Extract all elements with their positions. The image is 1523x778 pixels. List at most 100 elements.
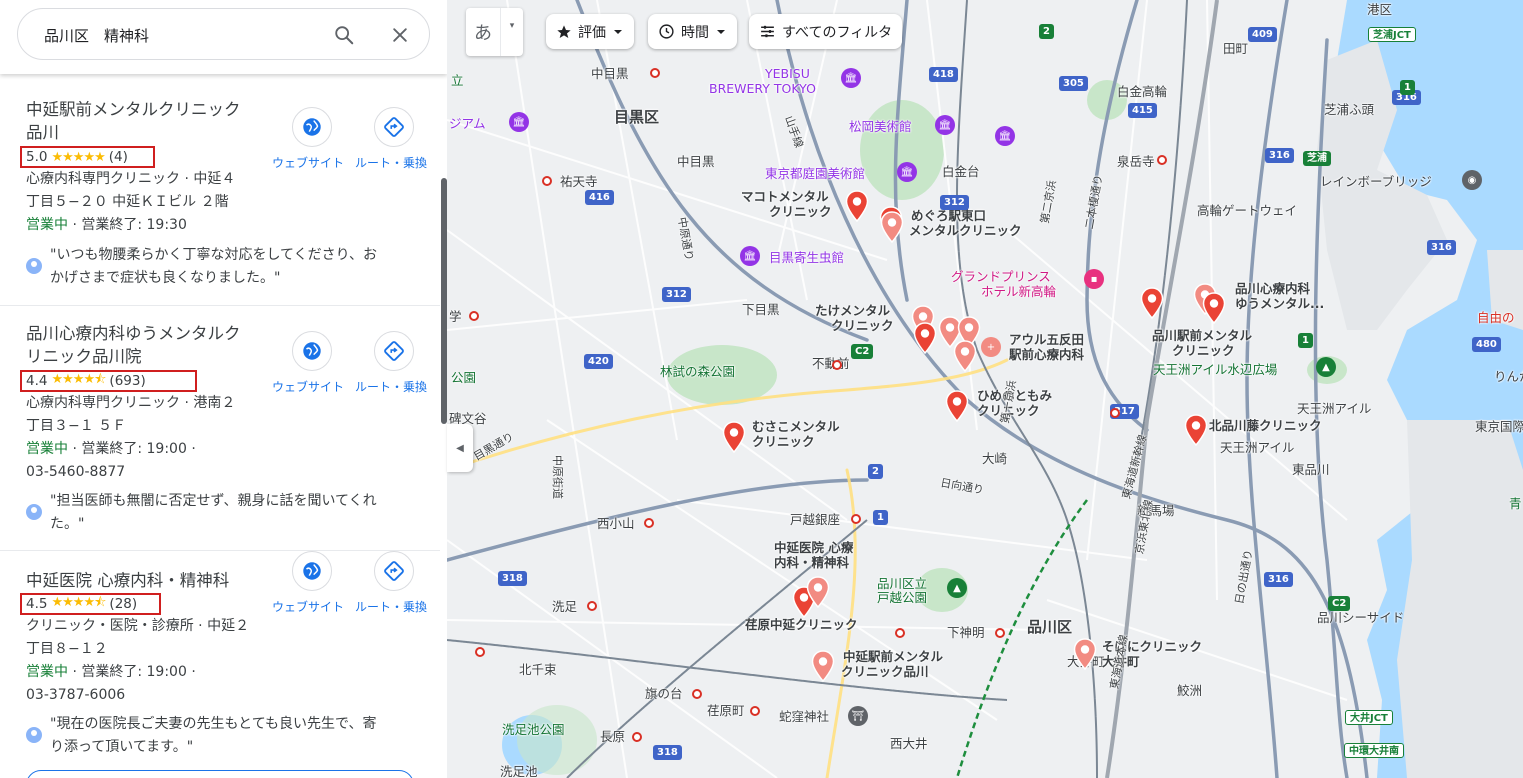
clinic-pin[interactable] bbox=[722, 421, 746, 454]
station-marker[interactable] bbox=[1110, 408, 1120, 418]
station-marker[interactable] bbox=[650, 68, 660, 78]
globe-icon bbox=[303, 562, 321, 580]
clinic-label[interactable]: むさこメンタル bbox=[752, 420, 840, 434]
clinic-label[interactable]: クリニック品川 bbox=[841, 665, 929, 679]
clinic-pin[interactable] bbox=[953, 340, 977, 373]
station-marker[interactable] bbox=[692, 689, 702, 699]
hours-filter-chip[interactable]: 時間 bbox=[648, 14, 737, 49]
shrine-icon[interactable]: ⛩ bbox=[848, 706, 868, 726]
clinic-label[interactable]: 中延駅前メンタル bbox=[843, 650, 943, 664]
rating-filter-chip[interactable]: 評価 bbox=[546, 14, 634, 49]
clear-search-button[interactable] bbox=[386, 21, 414, 49]
clinic-pin[interactable] bbox=[913, 322, 937, 355]
clinic-label[interactable]: 品川心療内科 bbox=[1235, 282, 1310, 296]
clinic-pin[interactable] bbox=[1073, 638, 1097, 671]
website-button[interactable] bbox=[292, 551, 332, 591]
clinic-pin[interactable] bbox=[806, 576, 830, 609]
clinic-label[interactable]: メンタルクリニック bbox=[909, 224, 1022, 238]
directions-button[interactable] bbox=[374, 551, 414, 591]
clinic-label[interactable]: 駅前心療内科 bbox=[1009, 348, 1084, 362]
directions-label[interactable]: ルート・乗換 bbox=[355, 378, 427, 395]
chevron-down-icon[interactable]: ▾ bbox=[501, 8, 523, 56]
directions-label[interactable]: ルート・乗換 bbox=[355, 598, 427, 615]
clinic-label[interactable]: 中延医院 心療 bbox=[774, 541, 853, 555]
review-count[interactable]: (28) bbox=[109, 596, 137, 612]
clinic-pin[interactable] bbox=[1140, 287, 1164, 320]
website-button[interactable] bbox=[292, 107, 332, 147]
results-list[interactable]: 中延駅前メンタルクリニック 品川 5.0 ★★★★★ (4) 心療内科専門クリニ… bbox=[0, 74, 440, 778]
museum-icon[interactable]: 🏛 bbox=[995, 126, 1015, 146]
clinic-pin[interactable] bbox=[1202, 292, 1226, 325]
map-label: 高輪ゲートウェイ bbox=[1197, 203, 1298, 218]
station-marker[interactable] bbox=[469, 311, 479, 321]
clinic-label[interactable]: 北品川藤クリニック bbox=[1209, 419, 1322, 433]
all-filters-chip[interactable]: すべてのフィルタ bbox=[749, 14, 903, 49]
landmark-icon[interactable]: ◉ bbox=[1462, 170, 1482, 190]
website-label[interactable]: ウェブサイト bbox=[272, 598, 344, 615]
website-label[interactable]: ウェブサイト bbox=[272, 154, 344, 171]
map-pin-icon bbox=[722, 421, 746, 454]
results-scrollbar[interactable] bbox=[441, 178, 447, 424]
review-snippet: "いつも物腰柔らかく丁寧な対応をしてくださり、お かげさまで症状も良くなりました… bbox=[50, 244, 420, 290]
park-icon[interactable]: ▲ bbox=[947, 578, 967, 598]
search-box[interactable] bbox=[17, 8, 430, 60]
clinic-label[interactable]: アウル五反田 bbox=[1009, 333, 1084, 347]
clinic-pin[interactable] bbox=[945, 390, 969, 423]
result-title[interactable]: 中延医院 心療内科・精神科 bbox=[26, 569, 286, 592]
medical-icon[interactable]: + bbox=[981, 337, 1001, 357]
clinic-label[interactable]: たけメンタル bbox=[815, 304, 890, 318]
clinic-pin[interactable] bbox=[1184, 414, 1208, 447]
clinic-label[interactable]: ゆうメンタル... bbox=[1235, 297, 1324, 311]
clinic-pin[interactable] bbox=[845, 190, 869, 223]
map-canvas[interactable]: 目黒区 品川区 中目黒 祐天寺 中目黒 下目黒 不動前 西小山 洗足 北千束 旗… bbox=[447, 0, 1523, 778]
clinic-label[interactable]: 荏原中延クリニック bbox=[745, 618, 858, 632]
station-marker[interactable] bbox=[895, 628, 905, 638]
station-marker[interactable] bbox=[587, 601, 597, 611]
directions-label[interactable]: ルート・乗換 bbox=[355, 154, 427, 171]
museum-icon[interactable]: 🏛 bbox=[509, 112, 529, 132]
input-method-toggle[interactable]: あ ▾ bbox=[466, 8, 523, 56]
museum-icon[interactable]: 🏛 bbox=[935, 115, 955, 135]
hotel-icon[interactable]: ▪ bbox=[1084, 269, 1104, 289]
clinic-label[interactable]: めぐろ駅東口 bbox=[911, 209, 986, 223]
map-label: 青 bbox=[1509, 496, 1522, 511]
clinic-label[interactable]: マコトメンタル bbox=[741, 190, 829, 204]
clinic-label[interactable]: クリニック bbox=[831, 319, 894, 333]
clinic-label[interactable]: 内科・精神科 bbox=[774, 556, 849, 570]
museum-icon[interactable]: 🏛 bbox=[897, 162, 917, 182]
museum-icon[interactable]: 🏛 bbox=[740, 246, 760, 266]
clinic-label[interactable]: 品川駅前メンタル bbox=[1152, 329, 1252, 343]
station-marker[interactable] bbox=[750, 706, 760, 716]
more-results-button[interactable] bbox=[26, 770, 414, 778]
station-marker[interactable] bbox=[475, 647, 485, 657]
station-marker[interactable] bbox=[632, 732, 642, 742]
station-marker[interactable] bbox=[832, 360, 842, 370]
result-title[interactable]: 品川心療内科ゆうメンタルク リニック品川院 bbox=[26, 322, 266, 368]
station-marker[interactable] bbox=[1157, 155, 1167, 165]
clinic-pin[interactable] bbox=[811, 650, 835, 683]
lang-button[interactable]: あ bbox=[466, 8, 501, 56]
clinic-label[interactable]: クリニック bbox=[769, 205, 832, 219]
result-title[interactable]: 中延駅前メンタルクリニック 品川 bbox=[26, 98, 266, 144]
directions-button[interactable] bbox=[374, 331, 414, 371]
station-marker[interactable] bbox=[995, 628, 1005, 638]
clinic-label[interactable]: クリニック bbox=[1172, 344, 1235, 358]
station-marker[interactable] bbox=[644, 518, 654, 528]
website-label[interactable]: ウェブサイト bbox=[272, 378, 344, 395]
clinic-pin[interactable] bbox=[880, 211, 904, 244]
search-input[interactable] bbox=[44, 23, 324, 47]
search-button[interactable] bbox=[330, 21, 358, 49]
park-icon[interactable]: ▲ bbox=[1316, 357, 1336, 377]
museum-icon[interactable]: 🏛 bbox=[841, 68, 861, 88]
station-marker[interactable] bbox=[851, 514, 861, 524]
station-marker[interactable] bbox=[542, 176, 552, 186]
review-count[interactable]: (693) bbox=[109, 373, 145, 389]
directions-button[interactable] bbox=[374, 107, 414, 147]
result-card[interactable]: 品川心療内科ゆうメンタルク リニック品川院 4.4 ★★★★⯪ (693) 心療… bbox=[0, 306, 440, 551]
clinic-label[interactable]: クリニック bbox=[752, 435, 815, 449]
website-button[interactable] bbox=[292, 331, 332, 371]
review-count[interactable]: (4) bbox=[109, 149, 128, 165]
collapse-panel-button[interactable]: ◀ bbox=[447, 424, 473, 472]
result-card[interactable]: 中延医院 心療内科・精神科 4.5 ★★★★⯪ (28) クリニック・医院・診療… bbox=[0, 551, 440, 778]
result-card[interactable]: 中延駅前メンタルクリニック 品川 5.0 ★★★★★ (4) 心療内科専門クリニ… bbox=[0, 74, 440, 306]
